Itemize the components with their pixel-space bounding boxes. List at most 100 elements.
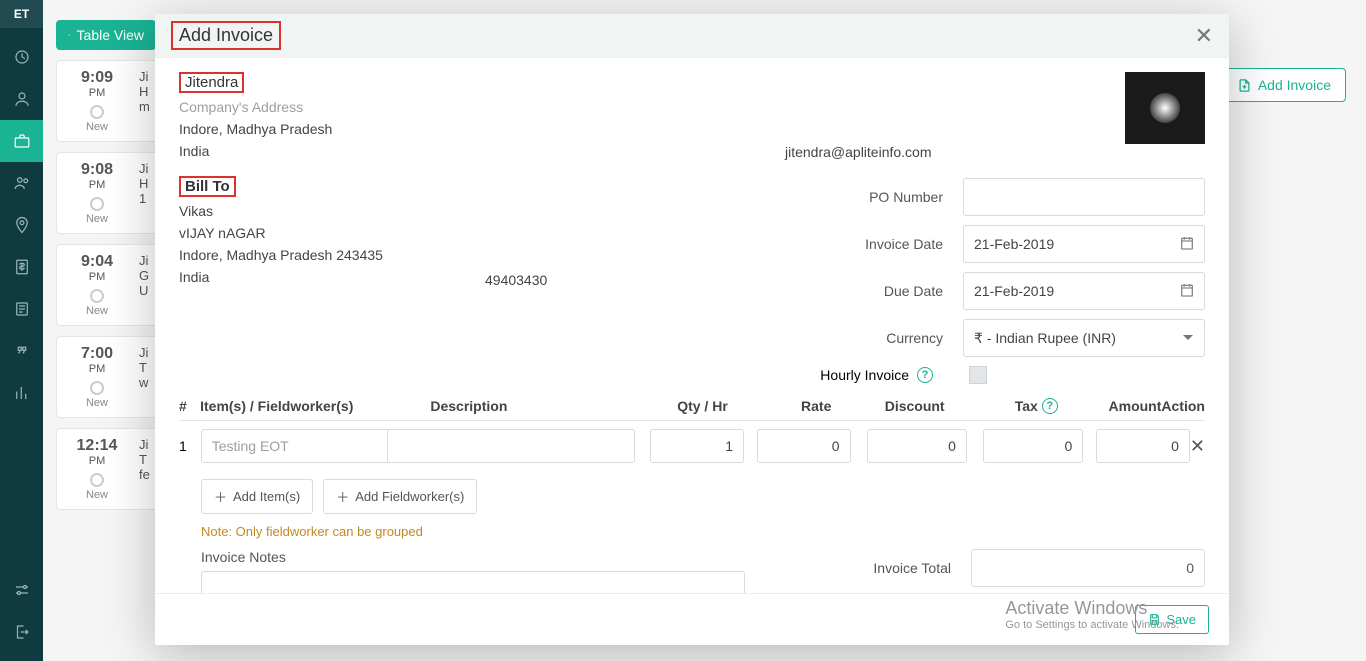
currency-select[interactable]: ₹ - Indian Rupee (INR) [963,319,1205,357]
due-date-label: Due Date [785,283,963,299]
company-country: India [179,143,785,159]
description-input[interactable] [387,429,635,463]
amount-input[interactable] [1096,429,1190,463]
card-time: 9:08 [81,161,113,178]
user-icon[interactable] [0,78,43,120]
add-item-label: Add Item(s) [233,489,300,504]
company-name-highlight: Jitendra [179,72,244,93]
briefcase-icon[interactable] [0,120,43,162]
card-ampm: PM [67,363,127,375]
add-invoice-modal: Add Invoice ✕ Jitendra Company's Address… [155,14,1229,645]
invoice-notes-input[interactable] [201,571,745,593]
save-label: Save [1166,612,1196,627]
col-desc: Description [430,398,622,414]
app-logo: ET [0,0,43,28]
card-time: 9:09 [81,69,113,86]
billto-phone: 49403430 [485,176,785,384]
col-disc: Discount [831,398,944,414]
discount-input[interactable] [867,429,967,463]
chevron-down-icon [1183,335,1193,340]
invoice-date-label: Invoice Date [785,236,963,252]
col-index: # [179,398,200,414]
help-icon[interactable]: ? [917,367,933,383]
modal-footer: Activate Windows Go to Settings to activ… [155,593,1229,645]
col-tax: Tax? [945,398,1058,414]
company-email: jitendra@apliteinfo.com [785,72,1085,160]
add-invoice-button[interactable]: Add Invoice [1222,68,1346,102]
company-city: Indore, Madhya Pradesh [179,121,785,137]
help-icon[interactable]: ? [1042,398,1058,414]
status-dot-icon [90,105,104,119]
invoice-date-input[interactable] [963,225,1205,263]
billto-name: Vikas [179,203,485,219]
add-item-button[interactable]: ＋Add Item(s) [201,479,313,514]
users-icon[interactable] [0,162,43,204]
row-index: 1 [179,438,201,454]
card-ampm: PM [67,271,127,283]
status-dot-icon [90,197,104,211]
col-action: Action [1161,398,1205,414]
add-fieldworker-label: Add Fieldworker(s) [355,489,464,504]
company-logo-image [1125,72,1205,144]
item-input[interactable] [201,429,391,463]
close-icon[interactable]: ✕ [1195,23,1213,49]
table-row: 1 ✕ [179,421,1205,471]
save-button[interactable]: Save [1135,605,1209,634]
status-dot-icon [90,473,104,487]
qty-input[interactable] [650,429,744,463]
billto-city: Indore, Madhya Pradesh 243435 [179,247,485,263]
billto-country: India [179,269,485,285]
table-view-button[interactable]: Table View [56,20,156,50]
bill-to-heading: Bill To [185,178,230,195]
card-ampm: PM [67,455,127,467]
card-status: New [67,397,127,409]
settings-sliders-icon[interactable] [0,569,43,611]
card-time: 7:00 [81,345,113,362]
plus-icon: ＋ [336,487,349,506]
company-name: Jitendra [185,74,238,91]
card-status: New [67,213,127,225]
card-ampm: PM [67,87,127,99]
form-icon[interactable] [0,288,43,330]
sidebar: ET [0,0,43,661]
col-qty: Qty / Hr [622,398,728,414]
invoice-total-value [971,549,1205,587]
card-ampm: PM [67,179,127,191]
file-plus-icon [1237,78,1252,93]
modal-header: Add Invoice ✕ [155,14,1229,58]
quote-icon[interactable] [0,330,43,372]
po-number-input[interactable] [963,178,1205,216]
add-invoice-label: Add Invoice [1258,77,1331,93]
col-rate: Rate [728,398,832,414]
fieldworker-note: Note: Only fieldworker can be grouped [201,524,1205,539]
hourly-invoice-checkbox[interactable] [969,366,987,384]
invoice-dollar-icon[interactable] [0,246,43,288]
map-pin-icon[interactable] [0,204,43,246]
calendar-icon[interactable] [1179,235,1195,254]
table-view-label: Table View [77,27,144,43]
invoice-total-label: Invoice Total [775,560,971,576]
col-amt: Amount [1058,398,1162,414]
items-table: # Item(s) / Fieldworker(s) Description Q… [179,398,1205,593]
remove-row-icon[interactable]: ✕ [1190,436,1205,457]
modal-title: Add Invoice [179,25,273,46]
calendar-icon[interactable] [1179,282,1195,301]
modal-title-highlight: Add Invoice [171,21,281,50]
col-item: Item(s) / Fieldworker(s) [200,398,430,414]
hourly-invoice-label: Hourly Invoice [820,367,909,383]
dashboard-icon[interactable] [0,36,43,78]
bill-to-heading-highlight: Bill To [179,176,236,197]
currency-label: Currency [785,330,963,346]
tax-input[interactable] [983,429,1083,463]
modal-body: Jitendra Company's Address Indore, Madhy… [155,58,1229,593]
logout-icon[interactable] [0,611,43,653]
rate-input[interactable] [757,429,851,463]
card-status: New [67,121,127,133]
add-fieldworker-button[interactable]: ＋ Add Fieldworker(s) [323,479,477,514]
card-status: New [67,489,127,501]
due-date-input[interactable] [963,272,1205,310]
card-status: New [67,305,127,317]
bar-chart-icon[interactable] [0,372,43,414]
status-dot-icon [90,289,104,303]
list-icon [68,28,71,42]
